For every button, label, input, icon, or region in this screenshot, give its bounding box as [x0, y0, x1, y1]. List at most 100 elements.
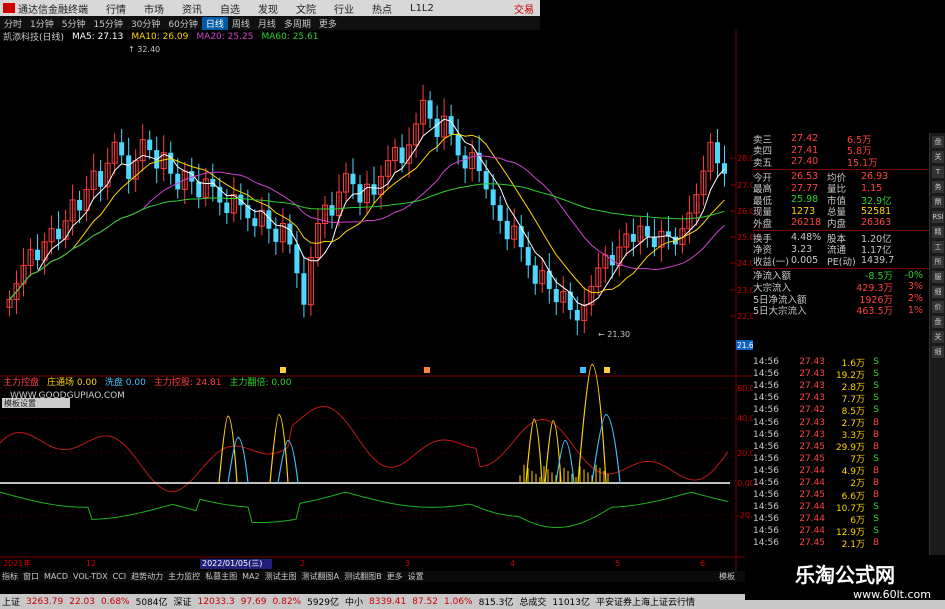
menu-item[interactable]: 行情 [106, 1, 126, 16]
tick-price: 27.43 [799, 381, 825, 392]
quote-row: 收益(一) 0.005 PE(动) 1439.7 [753, 255, 929, 268]
indicator-tab[interactable]: MACD [44, 572, 68, 581]
period-tab[interactable]: 周线 [228, 17, 254, 30]
candle-body [504, 220, 510, 240]
tick-time: 14:56 [753, 477, 779, 488]
status-item: 97.69 [240, 596, 267, 607]
tick-price: 27.44 [799, 465, 825, 476]
tick-price: 27.45 [799, 490, 825, 501]
toolstrip-icon[interactable]: 关 [932, 331, 944, 343]
period-tab[interactable]: 多周期 [280, 17, 315, 30]
date-tick-label: 3 [405, 559, 410, 568]
tick-row: 14:56 27.45 2.1万 B [753, 537, 929, 550]
toolstrip-icon[interactable]: 工 [932, 241, 944, 253]
tick-volume: 1.6万 [841, 358, 865, 369]
toolstrip-icon[interactable]: 鼎 [932, 196, 944, 208]
indicator-tab[interactable]: 测试翻图B [344, 571, 382, 582]
toolstrip-icon[interactable]: 所 [932, 256, 944, 268]
stock-label: 凯添科技(日线) [3, 33, 65, 43]
kline-chart[interactable]: 28.0027.0026.0025.0024.0023.0022.0060.00… [0, 30, 753, 571]
tick-time: 14:56 [753, 465, 779, 476]
menu-item[interactable]: 行业 [334, 1, 354, 16]
candle-body [126, 155, 132, 179]
quote-label: 内盘 [827, 218, 847, 230]
period-tab[interactable]: 分时 [0, 17, 26, 30]
date-tick-label: 12 [86, 559, 96, 568]
quote-label: 收益(一) [753, 256, 789, 268]
status-item: 11013亿 [552, 598, 591, 608]
price-tick-label: 27.00 [737, 181, 753, 190]
candle-body [497, 205, 503, 221]
indicator-tab[interactable]: 测试翻图A [302, 571, 339, 582]
indicator-tab[interactable]: 指标 [2, 571, 18, 582]
indicator-tab[interactable]: MA2 [242, 572, 259, 581]
quote-value: 25.98 [791, 194, 819, 206]
high-price-label: ↑ 32.40 [128, 45, 160, 54]
ind-tick-label: 20.00 [737, 449, 753, 458]
toolstrip-icon[interactable]: 细 [932, 346, 944, 358]
menu-item[interactable]: 自选 [220, 1, 240, 16]
candle-body [525, 247, 531, 266]
toolstrip-icon[interactable]: RSI [932, 211, 944, 223]
green-indicator-line [0, 491, 729, 529]
tick-direction: S [873, 393, 879, 404]
toolstrip-icon[interactable]: 盘 [932, 316, 944, 328]
period-tab[interactable]: 5分钟 [58, 17, 90, 30]
toolstrip-icon[interactable]: 服 [932, 271, 944, 283]
indicator-tab[interactable]: VOL-TDX [73, 572, 108, 581]
tick-price: 27.43 [799, 429, 825, 440]
tick-price: 27.45 [799, 538, 825, 549]
toolstrip-icon[interactable]: T [932, 166, 944, 178]
menu-item[interactable]: 发现 [258, 1, 278, 16]
quote-value: 1439.7 [861, 255, 895, 267]
ind-label: 主力控盘 [3, 378, 40, 388]
grid-lines [0, 30, 753, 571]
period-tab-selected[interactable]: 日线 [201, 16, 228, 30]
spike [227, 436, 249, 484]
period-tab[interactable]: 1分钟 [26, 17, 58, 30]
menu-item[interactable]: 市场 [144, 1, 164, 16]
candle-body [532, 265, 538, 284]
period-tab[interactable]: 60分钟 [164, 17, 201, 30]
tick-time: 14:56 [753, 369, 779, 380]
tick-row: 14:56 27.45 6.6万 B [753, 489, 929, 502]
menu-item[interactable]: 热点 [372, 1, 392, 16]
status-item: 上证 [2, 598, 21, 608]
tick-time: 14:56 [753, 405, 779, 416]
toolstrip-icon[interactable]: 价 [932, 301, 944, 313]
menu-item[interactable]: L1L2 [410, 3, 434, 14]
menu-item[interactable]: 文院 [296, 1, 316, 16]
date-tick-label: 6 [700, 559, 705, 568]
quote-row: 卖五 27.40 15.1万 [753, 156, 929, 169]
indicator-tab[interactable]: CCI [113, 572, 127, 581]
status-item: 8339.41 [369, 596, 407, 607]
tick-price: 27.42 [799, 405, 825, 416]
menu-item[interactable]: 资讯 [182, 1, 202, 16]
ma5-label: MA5: 27.13 [72, 31, 124, 42]
indicator-tab[interactable]: 设置 [408, 571, 424, 582]
tick-direction: S [873, 453, 879, 464]
period-tab[interactable]: 30分钟 [127, 17, 164, 30]
toolstrip-icon[interactable]: 细 [932, 286, 944, 298]
quote-volume: 15.1万 [847, 157, 878, 169]
indicator-tab[interactable]: 主力监控 [168, 571, 200, 582]
indicator-tab[interactable]: 趋势动力 [131, 571, 163, 582]
template-settings-button[interactable]: 模板设置 [2, 398, 70, 408]
template-tab[interactable]: 模板 [719, 571, 735, 582]
indicator-tab[interactable]: 私募主图 [205, 571, 237, 582]
toolstrip-icon[interactable]: 务 [932, 181, 944, 193]
toolstrip-icon[interactable]: 盘 [932, 136, 944, 148]
tick-row: 14:56 27.44 6万 S [753, 513, 929, 526]
indicator-tab[interactable]: 测试主图 [265, 571, 297, 582]
candle-body [427, 100, 433, 119]
toolstrip-icon[interactable]: 精 [932, 226, 944, 238]
period-toolbar: 分时 1分钟 5分钟 15分钟 30分钟 60分钟 日线 周线 月线 多周期 更… [0, 16, 540, 30]
candle-body [490, 189, 496, 206]
indicator-tab[interactable]: 更多 [387, 571, 403, 582]
period-tab[interactable]: 月线 [254, 17, 280, 30]
toolstrip-icon[interactable]: 关 [932, 151, 944, 163]
indicator-tab[interactable]: 窗口 [23, 571, 39, 582]
period-tab[interactable]: 更多 [315, 17, 341, 30]
trade-button[interactable]: 交易 [514, 1, 534, 16]
period-tab[interactable]: 15分钟 [89, 17, 126, 30]
